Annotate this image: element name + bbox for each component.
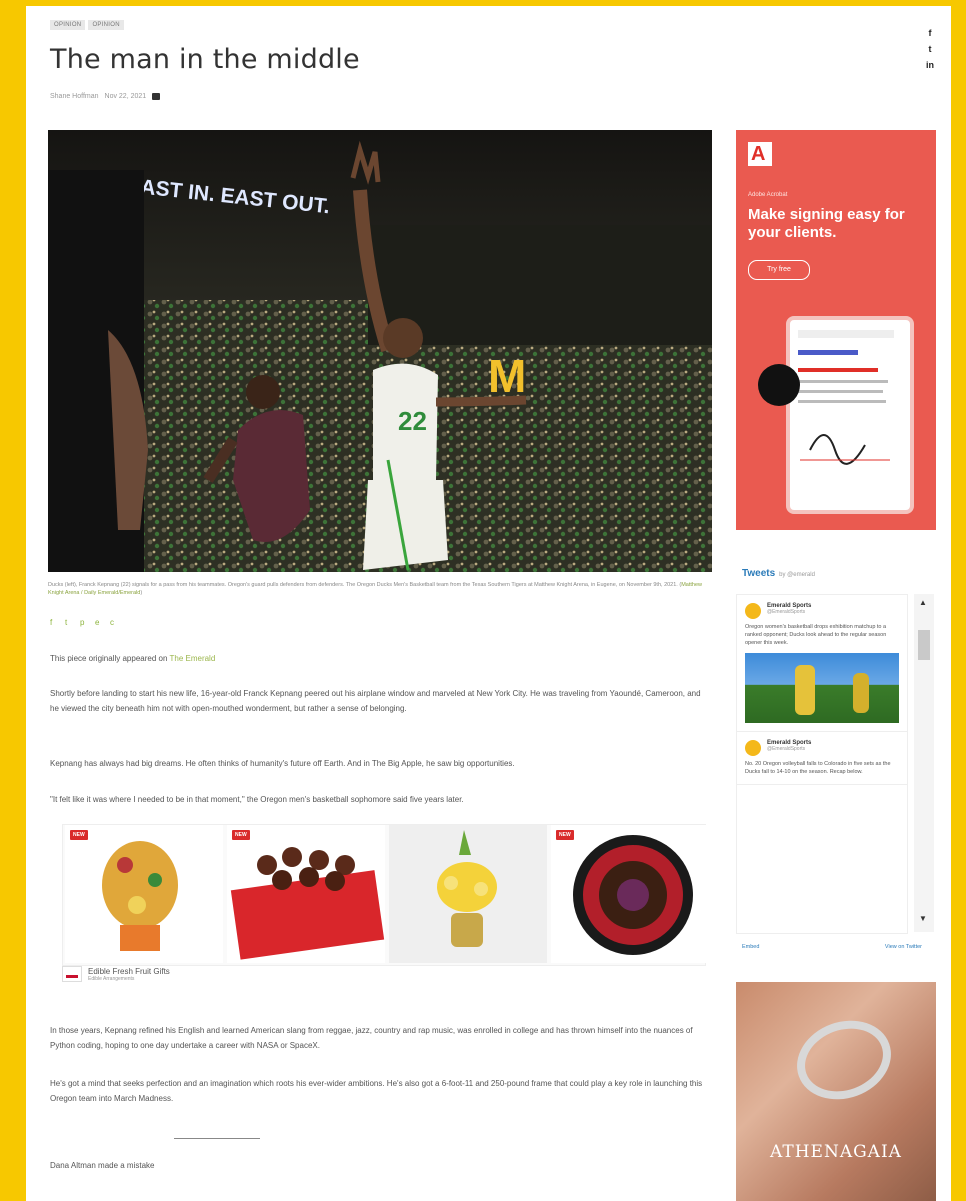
phone-mockup: [786, 316, 914, 514]
article-paragraph: Kepnang has always had big dreams. He of…: [50, 759, 515, 768]
scroll-down-icon[interactable]: ▼: [919, 914, 927, 923]
tweets-list[interactable]: Emerald Sports @EmeraldSports Oregon wom…: [736, 594, 908, 934]
hero-image: EAST IN. EAST OUT. M 22: [48, 130, 712, 572]
publish-date: Nov 22, 2021: [104, 93, 147, 100]
jersey-number: 22: [398, 406, 427, 436]
scroll-up-icon[interactable]: ▲: [919, 598, 927, 607]
inline-ad[interactable]: NEW NEW NEW: [62, 824, 709, 966]
tweets-by[interactable]: by @emerald: [779, 572, 815, 578]
ad-headline: Make signing easy for your clients.: [748, 206, 905, 241]
ad-cta-button[interactable]: Try free: [748, 260, 810, 280]
tweets-header: Tweets by @emerald: [742, 568, 815, 579]
ad-product-tile[interactable]: NEW: [551, 825, 709, 963]
article-paragraph: Shortly before landing to start his new …: [50, 689, 701, 713]
linkedin-icon[interactable]: in: [926, 60, 934, 70]
new-badge: NEW: [232, 830, 250, 840]
category-tags: Opinion Opinion: [50, 20, 124, 30]
ad-brand-name: ATHENAGAIA: [770, 1142, 902, 1162]
section-heading: Dana Altman made a mistake: [50, 1161, 155, 1170]
twitter-icon[interactable]: t: [65, 619, 73, 627]
view-on-twitter-link[interactable]: View on Twitter: [885, 944, 922, 950]
article-page: Opinion Opinion The man in the middle Sh…: [26, 6, 951, 1201]
tweet-handle[interactable]: @EmeraldSports: [767, 746, 899, 752]
article-share-bar: f t p e c: [50, 619, 118, 627]
author-name[interactable]: Shane Hoffman: [50, 93, 99, 100]
twitter-icon[interactable]: t: [929, 44, 932, 54]
tweet-text: Oregon women's basketball drops exhibiti…: [745, 624, 887, 646]
ad-brand-name: Edible Fresh Fruit Gifts: [88, 966, 170, 976]
ad-brand[interactable]: Edible Fresh Fruit Gifts Edible Arrangem…: [62, 966, 170, 982]
intro-link[interactable]: The Emerald: [169, 654, 215, 663]
image-caption: Ducks (left), Franck Kepnang (22) signal…: [48, 582, 702, 596]
ring-image: [785, 1007, 903, 1113]
adobe-logo-icon: [748, 142, 772, 166]
caption-text: Ducks (left), Franck Kepnang (22) signal…: [48, 582, 682, 588]
tweets-footer: Embed View on Twitter: [742, 944, 922, 950]
scroll-thumb[interactable]: [918, 630, 930, 660]
comment-icon[interactable]: [152, 93, 161, 100]
pen-icon: [758, 364, 800, 406]
new-badge: NEW: [556, 830, 574, 840]
sidebar-ad-adobe[interactable]: Adobe Acrobat Make signing easy for your…: [736, 130, 936, 530]
tweet-image[interactable]: [745, 653, 899, 723]
twitter-widget: Tweets by @emerald Emerald Sports @Emeral…: [736, 558, 936, 958]
embed-link[interactable]: Embed: [742, 944, 759, 950]
ad-brand-sub: Edible Arrangements: [88, 975, 135, 982]
mcdonalds-logo: M: [488, 350, 526, 402]
pinterest-icon[interactable]: p: [80, 619, 88, 627]
tweet-item[interactable]: Emerald Sports @EmeraldSports No. 20 Ore…: [737, 732, 907, 785]
new-badge: NEW: [70, 830, 88, 840]
advertiser-logo-icon: [62, 966, 82, 982]
category-tag[interactable]: Opinion: [50, 20, 86, 30]
copy-link-icon[interactable]: c: [110, 619, 118, 627]
tweets-scrollbar[interactable]: ▲ ▼: [914, 594, 934, 932]
share-rail: f t in: [926, 28, 934, 70]
avatar[interactable]: [745, 603, 761, 619]
article-paragraph: "It felt like it was where I needed to b…: [50, 795, 464, 804]
sidebar-ad-jewelry[interactable]: ATHENAGAIA: [736, 982, 936, 1201]
article-paragraph: He's got a mind that seeks perfection an…: [50, 1079, 703, 1103]
article-paragraph: In those years, Kepnang refined his Engl…: [50, 1026, 693, 1050]
email-icon[interactable]: e: [95, 619, 103, 627]
category-tag[interactable]: Opinion: [88, 20, 124, 30]
facebook-icon[interactable]: f: [929, 28, 932, 38]
ad-small-text: Adobe Acrobat: [748, 192, 788, 198]
tweet-text: No. 20 Oregon volleyball falls to Colora…: [745, 761, 891, 775]
tweet-item[interactable]: Emerald Sports @EmeraldSports Oregon wom…: [737, 595, 907, 732]
ad-product-tile[interactable]: [389, 825, 547, 963]
section-divider: [174, 1138, 260, 1139]
ad-product-tile[interactable]: NEW: [65, 825, 223, 963]
tweet-handle[interactable]: @EmeraldSports: [767, 609, 899, 615]
article-intro: This piece originally appeared on The Em…: [50, 651, 710, 666]
article-meta: Shane Hoffman Nov 22, 2021: [50, 93, 161, 100]
article-title: The man in the middle: [50, 44, 360, 75]
tweets-title: Tweets: [742, 568, 776, 579]
ad-product-tile[interactable]: NEW: [227, 825, 385, 963]
intro-text: This piece originally appeared on: [50, 654, 170, 663]
facebook-icon[interactable]: f: [50, 619, 58, 627]
avatar[interactable]: [745, 740, 761, 756]
